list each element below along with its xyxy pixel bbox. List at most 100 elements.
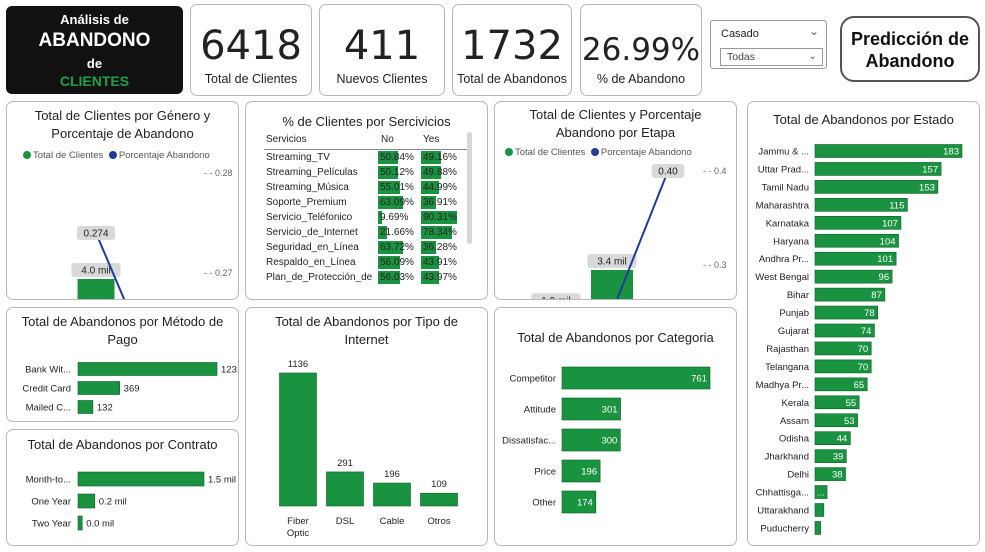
bar <box>77 381 120 395</box>
y-tick-label: Mailed C... <box>26 403 71 414</box>
contract-chart-card: Total de Abandonos por Contrato Month-to… <box>6 429 239 546</box>
cell-servicio: Soporte_Premium <box>266 197 347 208</box>
cell-value: 43.91% <box>423 257 457 268</box>
bar-data-label: 4.0 mil <box>81 266 110 277</box>
bar-data-label: 0.2 mil <box>99 497 127 508</box>
cell-value: 78.34% <box>423 227 457 238</box>
table-row: Servicio_de_Internet 21.66% 78.34% <box>264 225 469 240</box>
cell-yes: 44.99% <box>421 181 469 194</box>
cell-no: 21.66% <box>378 226 426 239</box>
category-chart-card: Total de Abandonos por Categoria Competi… <box>494 307 737 546</box>
bar-data-label: 174 <box>577 498 593 509</box>
cell-value: 36.28% <box>423 242 457 253</box>
y-tick-label: Chhattisga... <box>756 488 809 499</box>
header-yes: Yes <box>423 134 440 145</box>
cell-value: 44.99% <box>423 182 457 193</box>
chevron-down-icon[interactable]: ⌄ <box>809 24 819 38</box>
y-tick-label: Kerala <box>782 398 810 409</box>
table-header: Servicios No Yes <box>264 132 469 150</box>
bar-data-label: 1136 <box>288 359 308 370</box>
table-row: Streaming_Música 55.01% 44.99% <box>264 180 469 195</box>
y2-tick-label: - - 0.3 <box>703 260 727 270</box>
cell-value: 90.31% <box>423 212 457 223</box>
bar <box>77 493 96 509</box>
cell-yes: 49.16% <box>421 151 469 164</box>
cell-no: 56.03% <box>378 271 426 284</box>
bar <box>373 482 411 507</box>
kpi-label: % de Abandono <box>596 72 686 86</box>
y-tick-label: Assam <box>780 416 809 427</box>
y-tick-label: Bihar <box>787 290 809 301</box>
bar-data-label: 65 <box>854 380 865 391</box>
y-tick-label: Karnataka <box>766 218 810 229</box>
cell-value: 63.09% <box>380 197 414 208</box>
y-tick-label: Rajasthan <box>766 344 809 355</box>
bar-data-label: 44 <box>837 434 848 445</box>
bar <box>326 471 364 507</box>
y-tick-label: Jammu & ... <box>758 147 809 158</box>
bar-data-label: 115 <box>889 200 904 211</box>
kpi-porcentaje-abandono: 26.99% % de Abandono <box>580 4 702 96</box>
bar-data-label: 196 <box>581 467 597 478</box>
title-line-4: CLIENTES <box>59 73 130 89</box>
kpi-nuevos-clientes: 411 Nuevos Clientes <box>319 4 445 96</box>
bar <box>77 400 94 414</box>
x-tick-label: Optic <box>287 528 309 539</box>
stage-chart-card: Total de Clientes y Porcentaje Abandono … <box>494 101 737 300</box>
y-tick-label: Madhya Pr... <box>756 380 809 391</box>
table-row: Seguridad_en_Línea 63.72% 36.28% <box>264 240 469 255</box>
bar-data-label: 70 <box>858 344 869 355</box>
y2-tick-label: - - 0.27 <box>204 268 233 278</box>
bar-data-label: 74 <box>861 326 872 337</box>
table-row: Streaming_Películas 50.12% 49.88% <box>264 165 469 180</box>
table-scrollbar[interactable] <box>467 132 472 244</box>
bar <box>279 372 317 507</box>
y-tick-label: Month-to... <box>26 475 71 486</box>
y-tick-label: Uttar Prad... <box>758 164 809 175</box>
cell-value: 55.01% <box>380 182 414 193</box>
x-tick-label: Cable <box>380 516 405 527</box>
kpi-value: 26.99% <box>581 32 701 68</box>
y-tick-label: Bank Wit... <box>25 365 71 376</box>
bar-data-label: 96 <box>879 272 890 283</box>
bar-data-label: 78 <box>864 308 875 319</box>
cell-yes: 78.34% <box>421 226 469 239</box>
bar-data-label: 0.0 mil <box>86 519 114 530</box>
y-tick-label: Price <box>534 467 556 478</box>
bar-data-label: 39 <box>833 452 844 463</box>
bar-data-label: 196 <box>384 469 400 480</box>
cell-no: 55.01% <box>378 181 426 194</box>
bar-data-label: 87 <box>871 290 882 301</box>
y-tick-label: Jharkhand <box>765 452 809 463</box>
bar-data-label: 53 <box>844 416 855 427</box>
bar-data-label: 109 <box>431 479 447 490</box>
prediccion-abandono-button[interactable]: Predicción de Abandono <box>840 16 980 82</box>
table-row: Streaming_TV 50.84% 49.16% <box>264 150 469 165</box>
line-data-label: 0.274 <box>83 229 108 240</box>
y-tick-label: Telangana <box>765 362 810 373</box>
bar-data-label: 761 <box>691 374 707 385</box>
bar <box>77 515 83 531</box>
x-tick-label: Fiber <box>287 516 309 527</box>
kpi-total-clientes: 6418 Total de Clientes <box>190 4 312 96</box>
table-title: % de Clientes por Sercivicios <box>282 114 451 129</box>
bar-data-label: 183 <box>943 147 959 158</box>
bar-data-label: 300 <box>601 436 617 447</box>
y-tick-label: One Year <box>31 497 71 508</box>
cell-value: 21.66% <box>380 227 414 238</box>
y2-tick-label: - - 0.4 <box>703 166 727 176</box>
bar <box>561 366 711 390</box>
y-tick-label: Punjab <box>779 308 809 319</box>
filter-selected-value: Todas <box>727 51 756 63</box>
gender-chart: 4.0 milFemale2.4 milMale0.2740.262- - 0.… <box>71 168 233 299</box>
casado-filter: Casado ⌄ Todas ⌄ <box>710 20 827 69</box>
title-line-1: Análisis de <box>60 12 129 27</box>
y-tick-label: Odisha <box>779 434 810 445</box>
cell-yes: 36.91% <box>421 196 469 209</box>
bar <box>814 521 821 535</box>
bar-data-label: 70 <box>858 362 869 373</box>
cell-no: 56.09% <box>378 256 426 269</box>
stage-chart: 1.9 mil18-35Jóvenes3.4 mil36-64Adultos1.… <box>531 164 727 299</box>
filter-select[interactable]: Todas ⌄ <box>720 48 823 66</box>
bar-data-label: 55 <box>846 398 857 409</box>
